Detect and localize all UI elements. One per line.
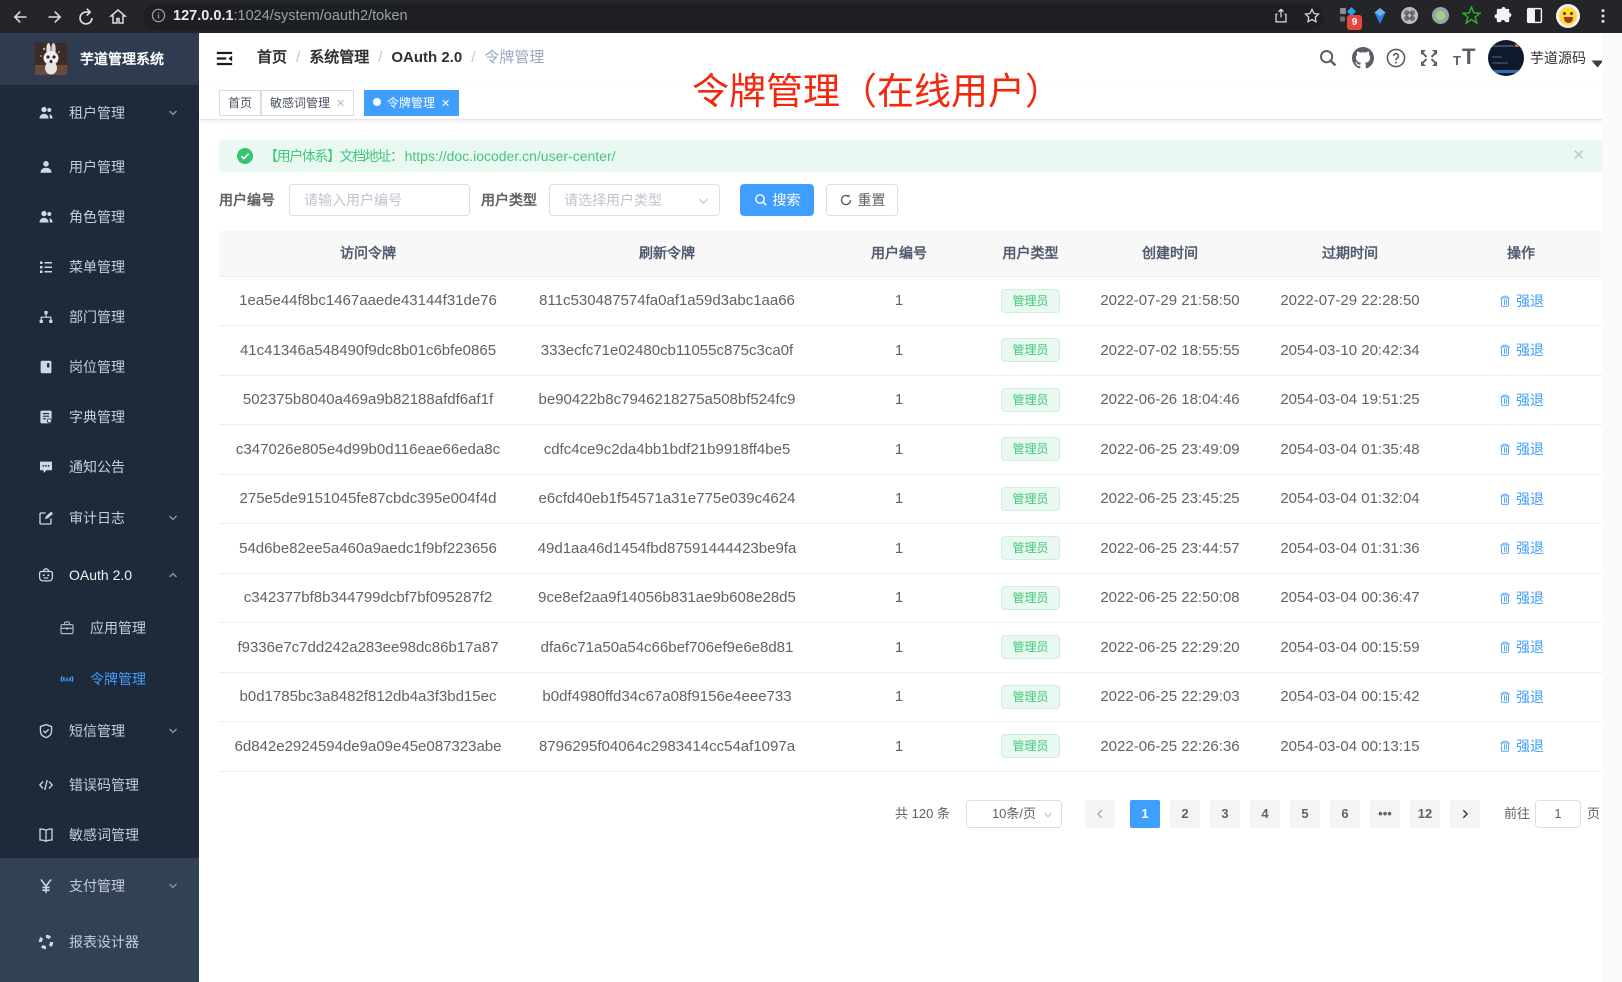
svg-text:A: A: [65, 677, 69, 683]
